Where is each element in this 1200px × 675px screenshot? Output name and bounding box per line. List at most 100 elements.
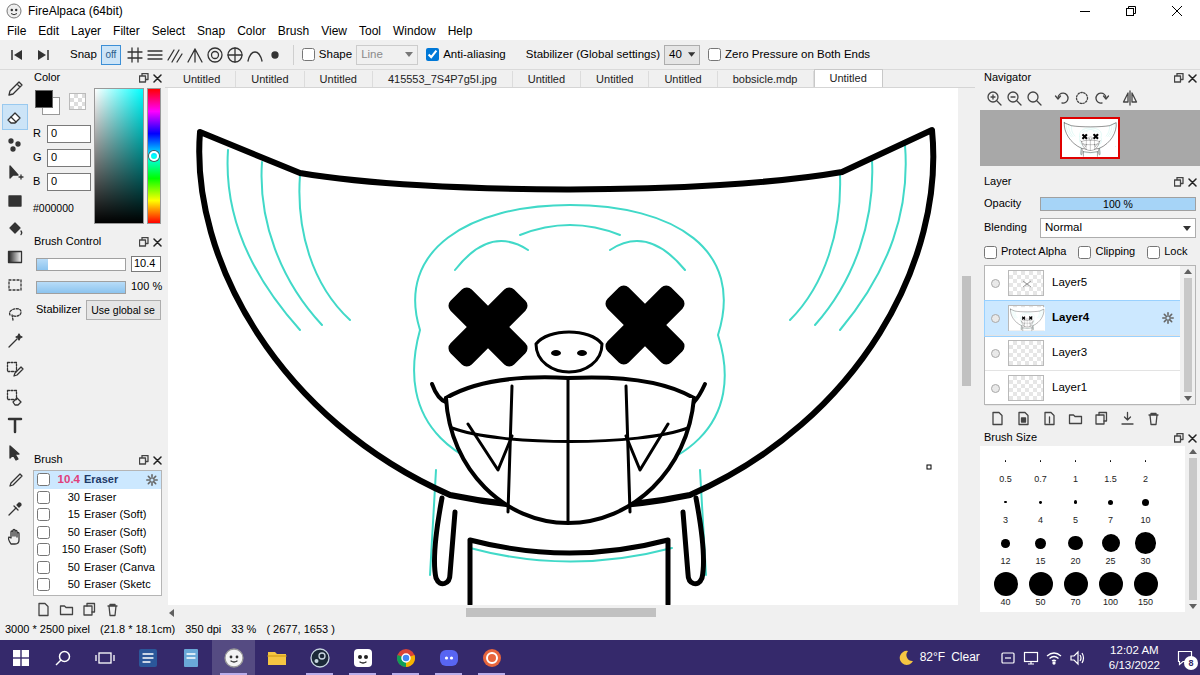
- brush-size-option[interactable]: 12: [988, 528, 1023, 569]
- document-tab[interactable]: Untitled: [649, 71, 717, 87]
- operation-tool[interactable]: [2, 440, 28, 466]
- brush-item[interactable]: 10.4Eraser: [34, 471, 161, 489]
- brush-size-option[interactable]: 40: [988, 569, 1023, 610]
- select-rectangle-tool[interactable]: [2, 272, 28, 298]
- document-tab[interactable]: Untitled: [513, 71, 581, 87]
- shape-checkbox[interactable]: [302, 48, 315, 61]
- brush-pen-tool[interactable]: [2, 468, 28, 494]
- new-8bit-layer-button[interactable]: [1016, 411, 1031, 426]
- brush-size-option[interactable]: 4: [1023, 487, 1058, 528]
- navigator-thumbnail[interactable]: [1060, 117, 1120, 159]
- stabilizer-dropdown[interactable]: 40: [664, 45, 700, 65]
- vertical-scrollbar[interactable]: [958, 88, 975, 605]
- curve-snap-button[interactable]: [245, 44, 265, 66]
- undock-button[interactable]: [1174, 177, 1184, 187]
- hue-slider[interactable]: [147, 88, 161, 224]
- layer-scrollbar[interactable]: [1180, 266, 1195, 404]
- grid-snap-button[interactable]: [125, 44, 145, 66]
- new-layer-button[interactable]: [990, 411, 1005, 426]
- menu-item[interactable]: Layer: [65, 23, 107, 39]
- new-folder-button[interactable]: [1068, 411, 1083, 426]
- layer-option-checkbox[interactable]: [984, 246, 997, 259]
- visibility-toggle[interactable]: [991, 314, 1000, 323]
- brush-checkbox[interactable]: [37, 526, 50, 539]
- zoom-out-button[interactable]: [1006, 90, 1022, 106]
- drawing-canvas[interactable]: [168, 88, 958, 605]
- eyedropper-tool[interactable]: [2, 496, 28, 522]
- brush-item[interactable]: 50Eraser (Soft): [34, 524, 161, 542]
- menu-item[interactable]: Help: [442, 23, 479, 39]
- vertical-scroll-thumb[interactable]: [962, 276, 971, 386]
- foreground-swatch[interactable]: [35, 90, 53, 108]
- flip-horizontal-button[interactable]: [1122, 90, 1138, 106]
- brush-item[interactable]: 30Eraser: [34, 489, 161, 507]
- bucket-tool[interactable]: [2, 216, 28, 242]
- layer-row[interactable]: Layer1: [985, 371, 1180, 406]
- brush-checkbox[interactable]: [37, 491, 50, 504]
- restore-button[interactable]: [1108, 0, 1154, 22]
- next-canvas-button[interactable]: [32, 44, 54, 66]
- brush-size-option[interactable]: 3: [988, 487, 1023, 528]
- shape-option[interactable]: Shape: [302, 48, 352, 62]
- brush-size-option[interactable]: 70: [1058, 569, 1093, 610]
- duplicate-brush-button[interactable]: [82, 602, 97, 617]
- layer-option-checkbox[interactable]: [1147, 246, 1160, 259]
- brush-item[interactable]: 15Eraser (Soft): [34, 506, 161, 524]
- brush-size-field[interactable]: 10.4: [131, 256, 161, 272]
- brush-item[interactable]: 50Eraser (Sketc: [34, 576, 161, 594]
- discord-taskbar-button[interactable]: [427, 640, 470, 675]
- channel-field[interactable]: 0: [47, 125, 91, 143]
- select-eraser-tool[interactable]: [2, 384, 28, 410]
- document-tab[interactable]: Untitled: [168, 71, 236, 87]
- firealpaca-taskbar-button[interactable]: [212, 640, 255, 675]
- channel-field[interactable]: 0: [47, 173, 91, 191]
- diagonal-snap-button[interactable]: [165, 44, 185, 66]
- document-tab[interactable]: bobsicle.mdp: [718, 71, 814, 87]
- merge-down-button[interactable]: [1120, 411, 1135, 426]
- menu-item[interactable]: Tool: [353, 23, 387, 39]
- file-explorer-taskbar-button[interactable]: [255, 640, 298, 675]
- menu-item[interactable]: Filter: [107, 23, 146, 39]
- brush-size-option[interactable]: 30: [1128, 528, 1163, 569]
- brush-size-option[interactable]: 50: [1023, 569, 1058, 610]
- brush-size-option[interactable]: 10: [1128, 487, 1163, 528]
- menu-item[interactable]: Snap: [191, 23, 231, 39]
- menu-item[interactable]: View: [315, 23, 353, 39]
- reset-rotation-button[interactable]: [1074, 90, 1090, 106]
- concentric-snap-button[interactable]: [205, 44, 225, 66]
- brush-opacity-slider[interactable]: [36, 281, 126, 294]
- rotate-right-button[interactable]: [1094, 90, 1110, 106]
- task-view-button[interactable]: [84, 640, 126, 675]
- dot-pen-tool[interactable]: [2, 132, 28, 158]
- layer-row[interactable]: Layer5: [985, 266, 1180, 301]
- document-tab[interactable]: 415553_7S4P7g5I.jpg: [373, 71, 513, 87]
- brush-size-slider[interactable]: [36, 258, 126, 271]
- rotate-left-button[interactable]: [1054, 90, 1070, 106]
- brush-size-option[interactable]: 2: [1128, 446, 1163, 487]
- hand-tool[interactable]: [2, 524, 28, 550]
- visibility-toggle[interactable]: [991, 349, 1000, 358]
- close-panel-button[interactable]: [153, 456, 162, 465]
- brush-checkbox[interactable]: [37, 508, 50, 521]
- lasso-tool[interactable]: [2, 300, 28, 326]
- menu-item[interactable]: Edit: [32, 23, 65, 39]
- document-tab[interactable]: Untitled: [305, 71, 373, 87]
- delete-brush-button[interactable]: [105, 602, 120, 617]
- document-tab[interactable]: Untitled: [814, 69, 883, 87]
- snap-off-button[interactable]: off: [101, 45, 121, 65]
- brush-checkbox[interactable]: [37, 543, 50, 556]
- layer-option[interactable]: Protect Alpha: [984, 245, 1066, 258]
- menu-item[interactable]: Window: [387, 23, 442, 39]
- anti-aliasing-checkbox[interactable]: [426, 48, 439, 61]
- brush-size-option[interactable]: 1.5: [1093, 446, 1128, 487]
- brush-size-option[interactable]: 7: [1093, 487, 1128, 528]
- start-button[interactable]: [0, 640, 42, 675]
- blending-dropdown[interactable]: Normal: [1040, 218, 1196, 238]
- steam-taskbar-button[interactable]: [298, 640, 341, 675]
- pen-tool[interactable]: [2, 76, 28, 102]
- gradient-tool[interactable]: [2, 244, 28, 270]
- minimize-button[interactable]: [1062, 0, 1108, 22]
- layer-option-checkbox[interactable]: [1078, 246, 1091, 259]
- fill-rectangle-tool[interactable]: [2, 188, 28, 214]
- shape-dropdown[interactable]: Line: [356, 45, 418, 65]
